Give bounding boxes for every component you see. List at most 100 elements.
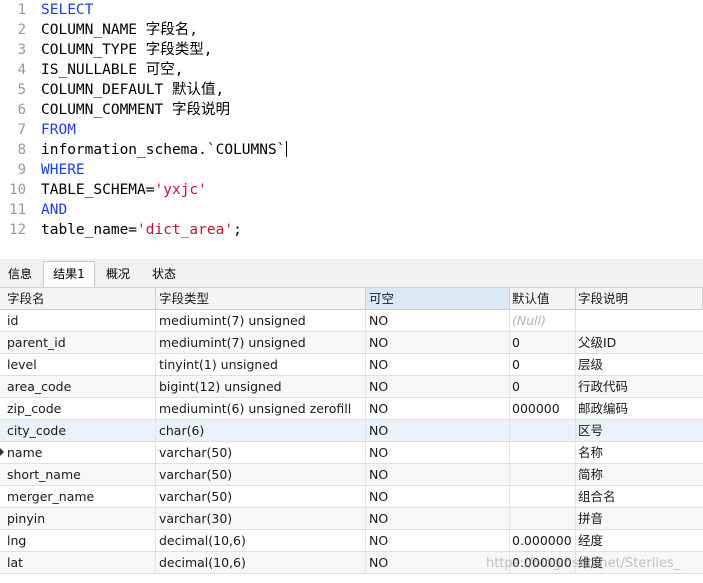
code-text[interactable]: IS_NULLABLE 可空,	[41, 60, 184, 80]
cell-column-type[interactable]: decimal(10,6)	[156, 552, 366, 573]
cell-nullable[interactable]: NO	[366, 310, 510, 331]
tab-info[interactable]: 信息	[0, 262, 40, 286]
table-row[interactable]: zip_code mediumint(6) unsigned zerofill NO…	[0, 398, 703, 420]
cell-comment[interactable]: 经度	[576, 530, 703, 551]
table-row[interactable]: name varchar(50) NO 名称	[0, 442, 703, 464]
cell-column-name[interactable]: id	[0, 310, 156, 331]
table-row[interactable]: city_code char(6) NO 区号	[0, 420, 703, 442]
cell-comment[interactable]: 行政代码	[576, 376, 703, 397]
code-text[interactable]: SELECT	[41, 0, 93, 20]
cell-nullable[interactable]: NO	[366, 398, 510, 419]
cell-default-value[interactable]: 0	[510, 376, 576, 397]
editor-line[interactable]: 11 AND	[0, 200, 703, 220]
code-text[interactable]: COLUMN_TYPE 字段类型,	[41, 40, 213, 60]
cell-nullable[interactable]: NO	[366, 442, 510, 463]
cell-column-type[interactable]: varchar(50)	[156, 442, 366, 463]
code-text[interactable]: TABLE_SCHEMA='yxjc'	[41, 180, 207, 200]
editor-line[interactable]: 10 TABLE_SCHEMA='yxjc'	[0, 180, 703, 200]
code-text[interactable]: table_name='dict_area';	[41, 220, 242, 240]
header-comment[interactable]: 字段说明	[576, 288, 703, 309]
cell-column-type[interactable]: varchar(50)	[156, 486, 366, 507]
table-row[interactable]: level tinyint(1) unsigned NO 0 层级	[0, 354, 703, 376]
editor-line[interactable]: 4 IS_NULLABLE 可空,	[0, 60, 703, 80]
cell-column-name[interactable]: parent_id	[0, 332, 156, 353]
cell-comment[interactable]	[576, 310, 703, 331]
cell-column-name[interactable]: zip_code	[0, 398, 156, 419]
cell-column-name[interactable]: level	[0, 354, 156, 375]
header-column-type[interactable]: 字段类型	[156, 288, 366, 309]
cell-nullable[interactable]: NO	[366, 464, 510, 485]
tab-status[interactable]: 状态	[142, 262, 186, 286]
table-row[interactable]: id mediumint(7) unsigned NO (Null)	[0, 310, 703, 332]
table-row[interactable]: parent_id mediumint(7) unsigned NO 0 父级ID	[0, 332, 703, 354]
cell-default-value[interactable]: (Null)	[510, 310, 576, 331]
table-row[interactable]: pinyin varchar(30) NO 拼音	[0, 508, 703, 530]
cell-column-name[interactable]: lat	[0, 552, 156, 573]
editor-line[interactable]: 1 SELECT	[0, 0, 703, 20]
code-text[interactable]: COLUMN_COMMENT 字段说明	[41, 100, 230, 120]
cell-column-name[interactable]: short_name	[0, 464, 156, 485]
table-row[interactable]: area_code bigint(12) unsigned NO 0 行政代码	[0, 376, 703, 398]
cell-default-value[interactable]	[510, 420, 576, 441]
table-row[interactable]: lng decimal(10,6) NO 0.000000 经度	[0, 530, 703, 552]
cell-default-value[interactable]: 0	[510, 354, 576, 375]
editor-line[interactable]: 3 COLUMN_TYPE 字段类型,	[0, 40, 703, 60]
editor-line[interactable]: 8 information_schema.`COLUMNS`	[0, 140, 703, 160]
cell-column-name[interactable]: area_code	[0, 376, 156, 397]
code-text[interactable]: COLUMN_NAME 字段名,	[41, 20, 198, 40]
cell-column-type[interactable]: char(6)	[156, 420, 366, 441]
code-text[interactable]: WHERE	[41, 160, 85, 180]
editor-line[interactable]: 5 COLUMN_DEFAULT 默认值,	[0, 80, 703, 100]
cell-default-value[interactable]	[510, 486, 576, 507]
editor-line[interactable]: 7 FROM	[0, 120, 703, 140]
cell-column-name[interactable]: city_code	[0, 420, 156, 441]
cell-comment[interactable]: 简称	[576, 464, 703, 485]
code-text[interactable]: FROM	[41, 120, 76, 140]
table-row[interactable]: merger_name varchar(50) NO 组合名	[0, 486, 703, 508]
cell-default-value[interactable]: 000000	[510, 398, 576, 419]
editor-line[interactable]: 2 COLUMN_NAME 字段名,	[0, 20, 703, 40]
code-text[interactable]: information_schema.`COLUMNS`	[41, 140, 288, 160]
cell-nullable[interactable]: NO	[366, 530, 510, 551]
cell-comment[interactable]: 层级	[576, 354, 703, 375]
cell-nullable[interactable]: NO	[366, 354, 510, 375]
cell-comment[interactable]: 名称	[576, 442, 703, 463]
cell-default-value[interactable]	[510, 442, 576, 463]
cell-comment[interactable]: 拼音	[576, 508, 703, 529]
cell-column-type[interactable]: decimal(10,6)	[156, 530, 366, 551]
cell-comment[interactable]: 邮政编码	[576, 398, 703, 419]
cell-nullable[interactable]: NO	[366, 376, 510, 397]
cell-column-type[interactable]: mediumint(6) unsigned zerofill	[156, 398, 366, 419]
cell-nullable[interactable]: NO	[366, 508, 510, 529]
cell-comment[interactable]: 组合名	[576, 486, 703, 507]
tab-result1[interactable]: 结果1	[43, 261, 95, 287]
header-default-value[interactable]: 默认值	[510, 288, 576, 309]
code-text[interactable]: COLUMN_DEFAULT 默认值,	[41, 80, 224, 100]
cell-column-type[interactable]: bigint(12) unsigned	[156, 376, 366, 397]
header-column-name[interactable]: 字段名	[0, 288, 156, 309]
sql-editor[interactable]: 1 SELECT 2 COLUMN_NAME 字段名, 3 COLUMN_TYPE 字段类…	[0, 0, 703, 257]
table-row[interactable]: short_name varchar(50) NO 简称	[0, 464, 703, 486]
cell-nullable[interactable]: NO	[366, 420, 510, 441]
cell-column-name[interactable]: merger_name	[0, 486, 156, 507]
cell-column-type[interactable]: tinyint(1) unsigned	[156, 354, 366, 375]
cell-column-name[interactable]: pinyin	[0, 508, 156, 529]
cell-default-value[interactable]	[510, 464, 576, 485]
cell-column-type[interactable]: varchar(30)	[156, 508, 366, 529]
cell-column-type[interactable]: mediumint(7) unsigned	[156, 332, 366, 353]
header-nullable[interactable]: 可空	[366, 288, 510, 309]
tab-profile[interactable]: 概况	[94, 262, 142, 286]
editor-line[interactable]: 12 table_name='dict_area';	[0, 220, 703, 240]
cell-comment[interactable]: 区号	[576, 420, 703, 441]
cell-comment[interactable]: 父级ID	[576, 332, 703, 353]
cell-nullable[interactable]: NO	[366, 486, 510, 507]
cell-column-name[interactable]: name	[0, 442, 156, 463]
cell-column-name[interactable]: lng	[0, 530, 156, 551]
cell-column-type[interactable]: mediumint(7) unsigned	[156, 310, 366, 331]
editor-line[interactable]: 9 WHERE	[0, 160, 703, 180]
code-text[interactable]: AND	[41, 200, 67, 220]
cell-default-value[interactable]: 0.000000	[510, 530, 576, 551]
cell-column-type[interactable]: varchar(50)	[156, 464, 366, 485]
cell-default-value[interactable]: 0	[510, 332, 576, 353]
cell-default-value[interactable]	[510, 508, 576, 529]
